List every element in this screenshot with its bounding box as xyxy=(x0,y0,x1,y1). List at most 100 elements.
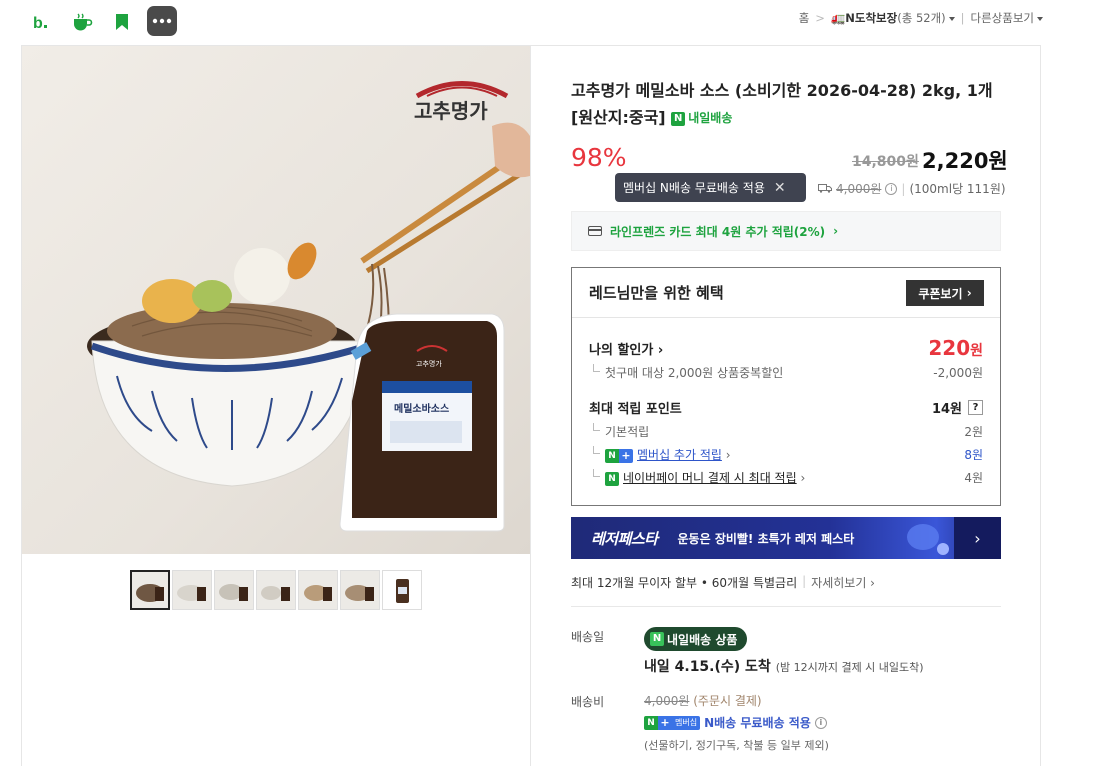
top-bar: b 홈 > 🚛N도착보장(총 52개) | 다른상품보기 xyxy=(0,0,1095,44)
thumbnail[interactable] xyxy=(298,570,338,610)
basic-points-value: 2원 xyxy=(964,425,983,439)
breadcrumb-category[interactable]: 🚛N도착보장(총 52개) xyxy=(831,10,955,26)
thumbnail[interactable] xyxy=(130,570,170,610)
first-purchase-row: 첫구매 대상 2,000원 상품중복할인 -2,000원 xyxy=(589,364,983,381)
pay-points-row: N 네이버페이 머니 결제 시 최대 적립 › 4원 xyxy=(589,469,983,486)
naver-plus-icon: N + xyxy=(605,448,633,463)
cafe-icon[interactable] xyxy=(67,7,97,37)
thumbnail-strip xyxy=(130,570,422,610)
thumbnail[interactable] xyxy=(382,570,422,610)
shipping-fee-original: 4,000원 xyxy=(644,694,690,708)
chevron-right-icon: › xyxy=(966,286,972,300)
breadcrumb-separator: > xyxy=(815,11,825,25)
svg-text:b: b xyxy=(33,15,43,32)
membership-points-wrap: N + 멤버십 추가 적립 › xyxy=(589,446,731,463)
arrival-info: 내일 4.15.(수) 도착 (밤 12시까지 결제 시 내일도착) xyxy=(644,656,924,676)
first-purchase-value: -2,000원 xyxy=(933,366,983,380)
thumbnail[interactable] xyxy=(214,570,254,610)
pay-points-wrap: N 네이버페이 머니 결제 시 최대 적립 › xyxy=(589,469,805,486)
shipping-fee-strike: 4,000원 xyxy=(836,182,882,196)
chevron-right-icon: › xyxy=(725,448,731,462)
membership-tag: 멤버십 xyxy=(672,715,701,730)
column-divider xyxy=(530,45,531,766)
delivery-badge-label: 내일배송 xyxy=(688,111,733,125)
pouch-brand-text: 고추명가 xyxy=(416,359,442,368)
membership-tooltip: 멤버십 N배송 무료배송 적용 ✕ xyxy=(615,173,806,202)
banner-text: 운동은 장비빨! 초특가 레저 페스타 xyxy=(677,531,855,546)
sale-price: 2,220원 xyxy=(922,149,1008,173)
my-discount-text: 나의 할인가 xyxy=(589,342,654,358)
divider: | xyxy=(802,574,807,588)
basic-points-row: 기본적립 2원 xyxy=(589,423,983,440)
delivery-pill: N 내일배송 상품 xyxy=(644,627,748,651)
thumbnail[interactable] xyxy=(172,570,212,610)
benefit-title: 레드님만을 위한 혜택 xyxy=(589,284,724,302)
divider: | xyxy=(960,11,965,25)
other-products-dropdown[interactable]: 다른상품보기 xyxy=(971,10,1043,26)
category-label: N도착보장 xyxy=(845,11,898,25)
delivery-badge: N 내일배송 xyxy=(671,105,732,132)
arrival-note: (밤 12시까지 결제 시 내일도착) xyxy=(775,661,924,674)
info-icon[interactable]: i xyxy=(814,716,827,729)
divider: | xyxy=(901,181,906,196)
main-product-image[interactable]: 고추명가 고추명가 메밀소바소스 xyxy=(22,46,530,554)
my-discount-label[interactable]: 나의 할인가 › xyxy=(589,339,663,358)
card-promo-text: 라인프렌즈 카드 최대 4원 추가 적립(2%) xyxy=(610,224,826,239)
breadcrumb: 홈 > 🚛N도착보장(총 52개) | 다른상품보기 xyxy=(799,10,1043,26)
tooltip-text: 멤버십 N배송 무료배송 적용 xyxy=(623,181,765,195)
max-points-value-wrap: 14원? xyxy=(932,398,983,417)
benefit-header: 레드님만을 위한 혜택 쿠폰보기 › xyxy=(572,268,1000,318)
chevron-right-icon: › xyxy=(657,342,664,358)
membership-points-row: N + 멤버십 추가 적립 › 8원 xyxy=(589,446,983,463)
divider xyxy=(571,606,1001,607)
max-points-row: 최대 적립 포인트 14원? xyxy=(589,398,983,417)
breadcrumb-home[interactable]: 홈 xyxy=(799,10,810,26)
n-delivery-icon: N xyxy=(671,111,686,126)
original-price: 14,800원 xyxy=(852,154,919,170)
category-count: (총 52개) xyxy=(897,11,946,25)
card-promo[interactable]: 라인프렌즈 카드 최대 4원 추가 적립(2%) › xyxy=(571,211,1001,251)
help-icon[interactable]: ? xyxy=(968,400,983,415)
bookmark-icon[interactable] xyxy=(107,7,137,37)
product-title-text: 고추명가 메밀소바 소스 (소비기한 2026-04-28) 2kg, 1개 [… xyxy=(571,81,993,127)
membership-badge-icon: N + 멤버십 xyxy=(644,715,701,730)
installment-detail-link[interactable]: 자세히보기 › xyxy=(811,574,875,591)
max-points-value: 14원 xyxy=(931,402,962,417)
thumbnail[interactable] xyxy=(340,570,380,610)
n-delivery-icon: N xyxy=(650,632,664,646)
close-icon[interactable]: ✕ xyxy=(774,180,786,196)
free-shipping-info: N + 멤버십 N배송 무료배송 적용 i xyxy=(644,714,827,731)
helmet-icon xyxy=(907,524,949,555)
brand-logo-text: 고추명가 xyxy=(414,99,488,123)
promo-banner[interactable]: 레저페스타 운동은 장비빨! 초특가 레저 페스타 › xyxy=(571,517,1001,559)
shipping-summary: 4,000원 i | (100ml당 111원) xyxy=(818,180,1006,197)
other-products-label: 다른상품보기 xyxy=(970,11,1034,25)
banner-logo: 레저페스타 xyxy=(591,529,658,548)
discount-rate: 98% xyxy=(571,143,627,172)
pay-points-link[interactable]: 네이버페이 머니 결제 시 최대 적립 xyxy=(623,471,797,485)
membership-points-link[interactable]: 멤버십 추가 적립 xyxy=(637,448,722,462)
chevron-down-icon xyxy=(1037,16,1043,21)
chevron-right-icon[interactable]: › xyxy=(954,517,1001,559)
pouch-label-text: 메밀소바소스 xyxy=(394,402,449,415)
truck-icon: 🚛 xyxy=(830,11,846,25)
truck-icon xyxy=(818,182,832,196)
benefit-box: 레드님만을 위한 혜택 쿠폰보기 › 나의 할인가 › 220원 첫구매 대상 … xyxy=(571,267,1001,506)
shipping-fee: 4,000원 (주문시 결제) xyxy=(644,692,762,709)
coupon-button-label: 쿠폰보기 xyxy=(918,286,963,301)
chevron-right-icon: › xyxy=(800,471,806,485)
thumbnail[interactable] xyxy=(256,570,296,610)
more-icon[interactable] xyxy=(147,6,177,36)
installment-info: 최대 12개월 무이자 할부 • 60개월 특별금리 | 자세히보기 › xyxy=(571,574,875,591)
membership-points-value: 8원 xyxy=(964,448,983,462)
coupon-button[interactable]: 쿠폰보기 › xyxy=(906,280,984,306)
shipping-fee-label: 배송비 xyxy=(571,695,605,709)
installment-detail-label: 자세히보기 xyxy=(811,576,867,590)
chevron-right-icon: › xyxy=(833,224,839,238)
blog-icon[interactable]: b xyxy=(27,7,57,37)
chevron-down-icon xyxy=(948,16,955,21)
first-purchase-label: 첫구매 대상 2,000원 상품중복할인 xyxy=(589,364,783,381)
my-discount-unit: 원 xyxy=(970,343,983,359)
info-icon[interactable]: i xyxy=(885,182,898,195)
shipping-fee-note: (주문시 결제) xyxy=(693,694,762,708)
